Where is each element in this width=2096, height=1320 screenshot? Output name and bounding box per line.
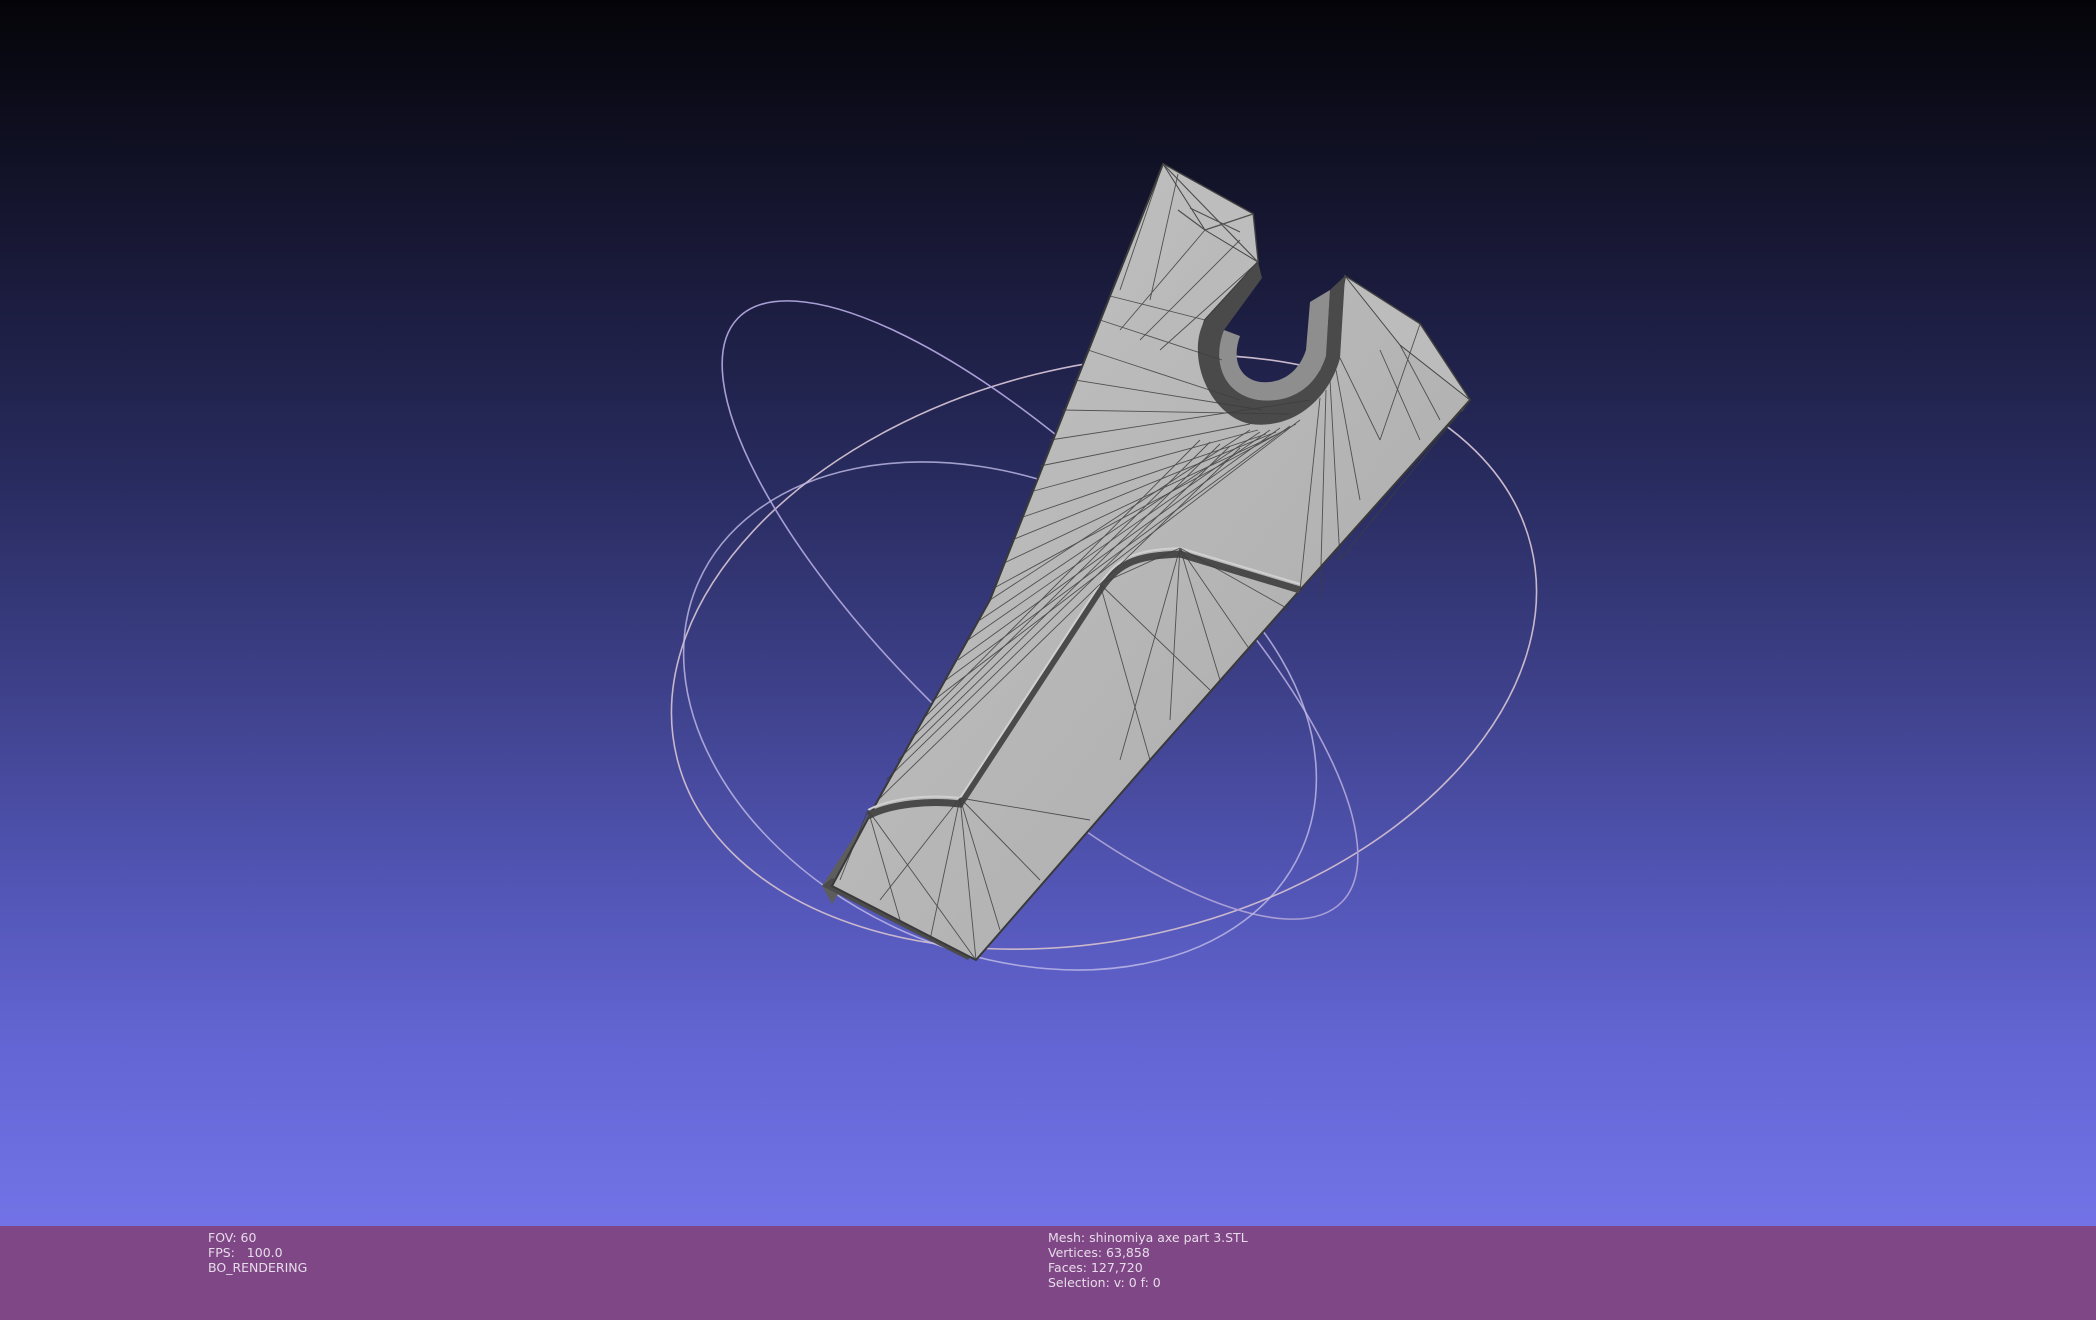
- status-bar: FOV: 60 FPS: 100.0 BO_RENDERING Mesh: sh…: [0, 1226, 2096, 1320]
- render-info: FOV: 60 FPS: 100.0 BO_RENDERING: [208, 1230, 307, 1275]
- mesh-info: Mesh: shinomiya axe part 3.STL Vertices:…: [1048, 1230, 1248, 1290]
- render-mode-readout: BO_RENDERING: [208, 1260, 308, 1275]
- mesh-scene[interactable]: [0, 0, 2096, 1226]
- fov-readout: FOV: 60: [208, 1230, 257, 1245]
- fps-readout: FPS: 100.0: [208, 1245, 283, 1260]
- mesh-model[interactable]: [822, 162, 1472, 962]
- vertices-readout: Vertices: 63,858: [1048, 1245, 1150, 1260]
- selection-readout: Selection: v: 0 f: 0: [1048, 1275, 1161, 1290]
- mesh-name-readout: Mesh: shinomiya axe part 3.STL: [1048, 1230, 1248, 1245]
- faces-readout: Faces: 127,720: [1048, 1260, 1143, 1275]
- 3d-viewport[interactable]: [0, 0, 2096, 1226]
